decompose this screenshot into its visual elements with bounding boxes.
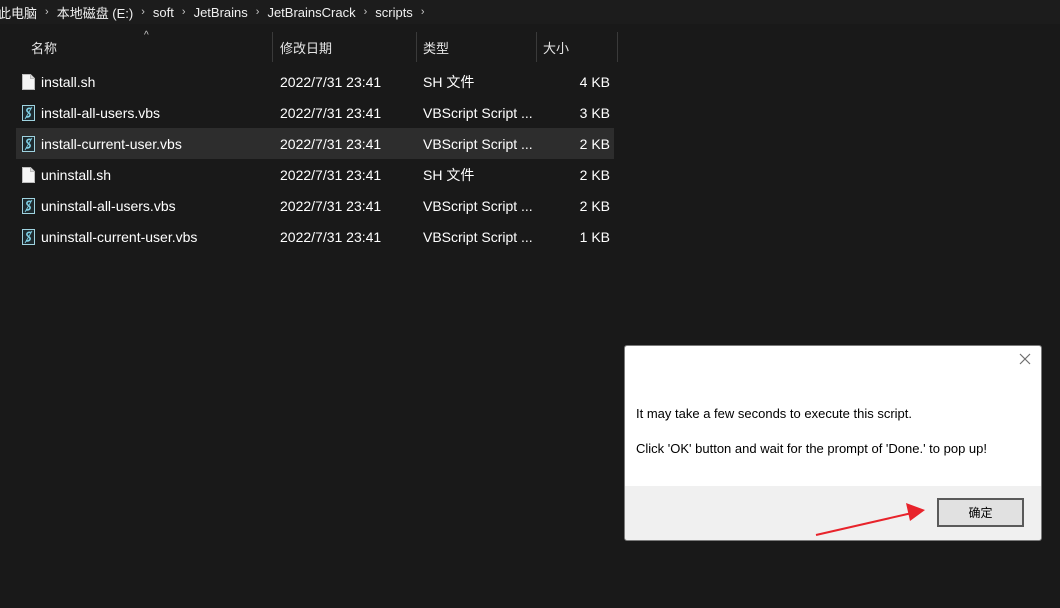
file-row[interactable]: install.sh 2022/7/31 23:41 SH 文件 4 KB — [16, 66, 614, 97]
column-header-type[interactable]: 类型 — [417, 32, 537, 62]
file-name-cell: uninstall.sh — [16, 166, 273, 183]
dialog-message-line-2: Click 'OK' button and wait for the promp… — [636, 441, 988, 456]
file-row[interactable]: uninstall-current-user.vbs 2022/7/31 23:… — [16, 221, 614, 252]
vbscript-icon — [22, 197, 35, 214]
breadcrumb-item-jetbrainscrack[interactable]: JetBrainsCrack — [265, 5, 357, 20]
file-date: 2022/7/31 23:41 — [280, 104, 382, 121]
file-type: VBScript Script ... — [423, 197, 533, 214]
file-size: 2 KB — [579, 166, 610, 183]
breadcrumb-item-soft[interactable]: soft — [151, 5, 176, 20]
chevron-right-icon[interactable]: › — [415, 6, 431, 18]
file-type: VBScript Script ... — [423, 135, 533, 152]
file-list: install.sh 2022/7/31 23:41 SH 文件 4 KB in… — [16, 66, 614, 252]
file-size: 4 KB — [579, 73, 610, 90]
column-divider[interactable] — [617, 32, 618, 62]
file-row-selected[interactable]: install-current-user.vbs 2022/7/31 23:41… — [16, 128, 614, 159]
breadcrumb-item-drive-e[interactable]: 本地磁盘 (E:) — [55, 3, 136, 22]
column-header-date[interactable]: 修改日期 — [273, 32, 417, 62]
column-header-name-label: 名称 — [31, 40, 58, 56]
file-name-cell: install.sh — [16, 73, 273, 90]
file-row[interactable]: uninstall-all-users.vbs 2022/7/31 23:41 … — [16, 190, 614, 221]
file-icon — [22, 73, 35, 90]
close-icon[interactable] — [1017, 351, 1033, 367]
dialog-message-line-1: It may take a few seconds to execute thi… — [636, 406, 913, 421]
vbscript-icon — [22, 135, 35, 152]
chevron-right-icon: › — [255, 6, 260, 18]
file-name: install-all-users.vbs — [41, 104, 161, 121]
file-size: 2 KB — [579, 135, 610, 152]
file-date: 2022/7/31 23:41 — [280, 228, 382, 245]
file-type: SH 文件 — [423, 166, 475, 183]
file-row[interactable]: install-all-users.vbs 2022/7/31 23:41 VB… — [16, 97, 614, 128]
vbscript-icon — [22, 228, 35, 245]
chevron-right-icon: › — [181, 6, 186, 18]
breadcrumb-item-scripts[interactable]: scripts — [373, 5, 415, 20]
column-header-size[interactable]: 大小 — [537, 32, 618, 62]
file-name-cell: uninstall-all-users.vbs — [16, 197, 273, 214]
file-type: VBScript Script ... — [423, 228, 533, 245]
file-name-cell: uninstall-current-user.vbs — [16, 228, 273, 245]
file-name: uninstall-current-user.vbs — [41, 228, 198, 245]
file-date: 2022/7/31 23:41 — [280, 166, 382, 183]
file-name: install.sh — [41, 73, 96, 90]
column-header-row: ^ 名称 修改日期 类型 大小 — [16, 30, 618, 62]
file-name-cell: install-all-users.vbs — [16, 104, 273, 121]
file-date: 2022/7/31 23:41 — [280, 135, 382, 152]
file-size: 3 KB — [579, 104, 610, 121]
ok-button[interactable]: 确定 — [937, 498, 1024, 527]
breadcrumb-item-jetbrains[interactable]: JetBrains — [192, 5, 250, 20]
file-name: install-current-user.vbs — [41, 135, 182, 152]
chevron-right-icon: › — [363, 6, 368, 18]
file-name: uninstall-all-users.vbs — [41, 197, 176, 214]
column-header-size-label: 大小 — [543, 40, 570, 56]
column-header-date-label: 修改日期 — [280, 40, 333, 56]
sort-ascending-icon: ^ — [144, 30, 149, 41]
file-icon — [22, 166, 35, 183]
chevron-right-icon: › — [141, 6, 145, 18]
chevron-right-icon: › — [45, 6, 49, 18]
file-size: 2 KB — [579, 197, 610, 214]
column-header-type-label: 类型 — [423, 40, 450, 56]
breadcrumb: 此电脑 › 本地磁盘 (E:) › soft › JetBrains › Jet… — [0, 0, 1060, 24]
breadcrumb-item-this-pc[interactable]: 此电脑 — [0, 3, 39, 22]
file-row[interactable]: uninstall.sh 2022/7/31 23:41 SH 文件 2 KB — [16, 159, 614, 190]
column-header-name[interactable]: ^ 名称 — [16, 30, 273, 62]
file-date: 2022/7/31 23:41 — [280, 73, 382, 90]
message-dialog: It may take a few seconds to execute thi… — [624, 345, 1042, 541]
file-type: SH 文件 — [423, 73, 475, 90]
vbscript-icon — [22, 104, 35, 121]
file-name: uninstall.sh — [41, 166, 112, 183]
file-size: 1 KB — [579, 228, 610, 245]
file-date: 2022/7/31 23:41 — [280, 197, 382, 214]
file-name-cell: install-current-user.vbs — [16, 135, 273, 152]
file-type: VBScript Script ... — [423, 104, 533, 121]
